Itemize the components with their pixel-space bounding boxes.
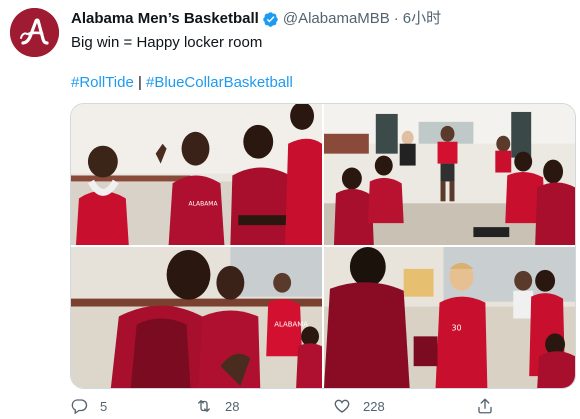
hashtag-separator: | (133, 74, 147, 91)
like-count: 228 (363, 398, 385, 414)
photo-4[interactable]: 30 (324, 247, 575, 388)
share-icon (478, 398, 492, 414)
alabama-logo-icon (10, 8, 59, 57)
photo-3[interactable]: ALABAMA (71, 247, 322, 388)
photo-1[interactable]: ALABAMA (71, 104, 322, 245)
user-handle[interactable]: @AlabamaMBB (283, 9, 390, 29)
jersey-text: ALABAMA (189, 200, 219, 207)
media-grid: ALABAMA ALABAMA 30 (70, 103, 576, 389)
display-name[interactable]: Alabama Men’s Basketball (71, 9, 259, 29)
reply-count: 5 (100, 398, 108, 414)
jersey-number: 30 (451, 323, 461, 332)
photo-2[interactable] (324, 104, 575, 245)
reply-icon (71, 399, 88, 415)
like-button[interactable]: 228 (333, 397, 385, 415)
tweet-text: Big win = Happy locker room (71, 34, 263, 51)
hashtag-bluecollarbasketball[interactable]: #BlueCollarBasketball (146, 74, 293, 91)
tweet-header: Alabama Men’s Basketball @AlabamaMBB · 6… (71, 9, 441, 29)
separator-dot: · (393, 10, 399, 27)
hashtag-rolltide[interactable]: #RollTide (71, 74, 134, 91)
tweet-actions: 5 28 228 (70, 397, 510, 419)
reply-button[interactable]: 5 (70, 397, 107, 415)
retweet-count: 28 (225, 398, 240, 414)
retweet-button[interactable]: 28 (195, 397, 239, 415)
tweet-hashtags: #RollTide | #BlueCollarBasketball (71, 73, 293, 93)
tweet-timestamp[interactable]: 6小时 (403, 9, 441, 29)
tweet[interactable]: Alabama Men’s Basketball @AlabamaMBB · 6… (0, 0, 580, 419)
verified-badge-icon (262, 11, 279, 28)
profile-avatar[interactable] (10, 8, 59, 57)
like-icon (334, 399, 350, 413)
share-button[interactable] (476, 397, 494, 415)
retweet-icon (198, 400, 210, 412)
jersey-text: ALABAMA (274, 320, 308, 328)
